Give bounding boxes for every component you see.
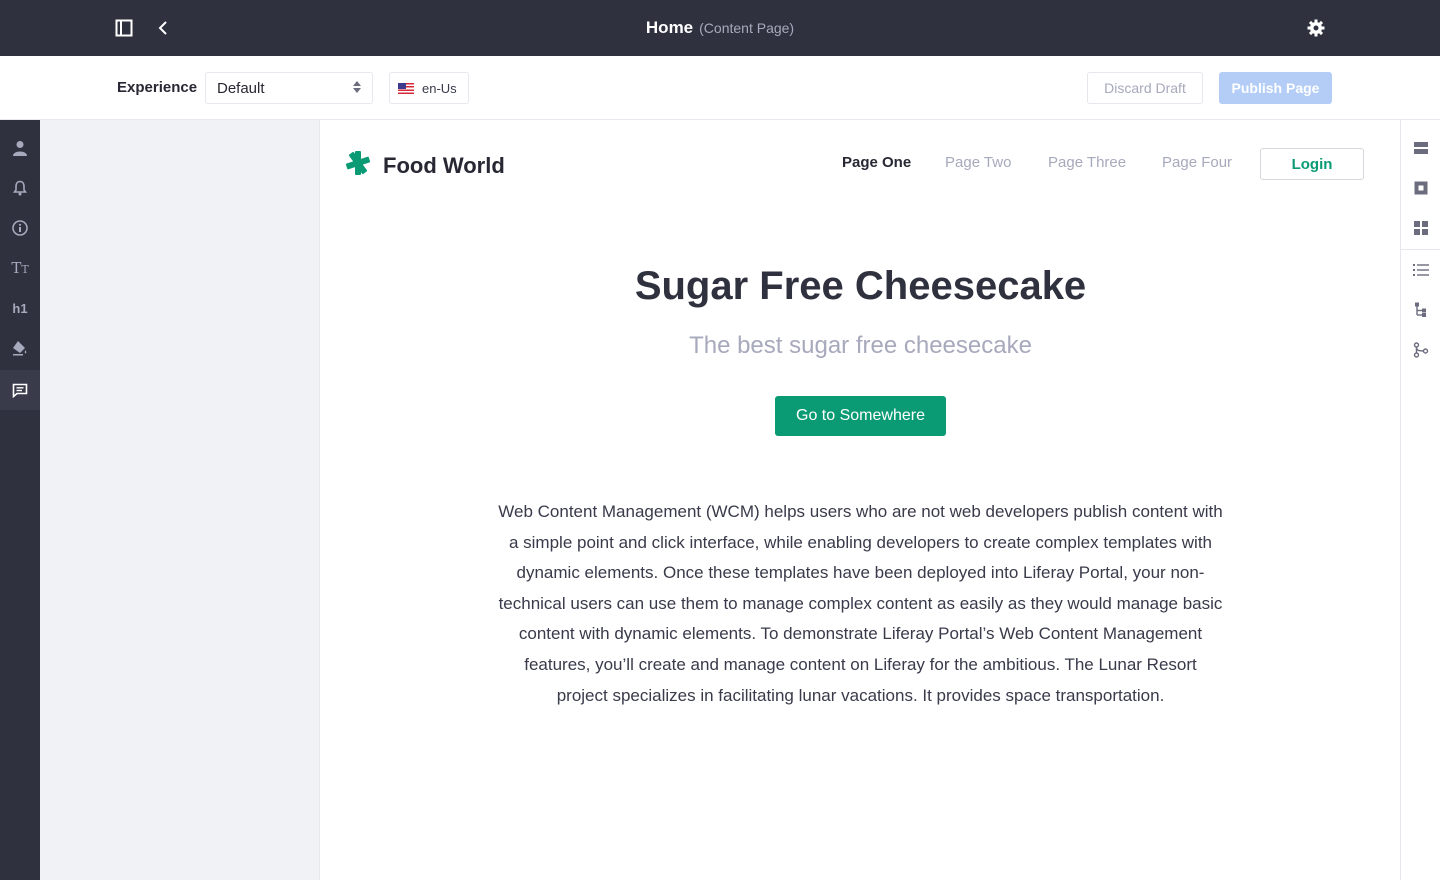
- nav-page-one[interactable]: Page One: [842, 154, 911, 171]
- experience-label: Experience: [117, 79, 198, 96]
- publish-page-button[interactable]: Publish Page: [1219, 72, 1332, 104]
- info-icon[interactable]: [0, 208, 40, 248]
- top-bar: Home (Content Page): [0, 0, 1440, 56]
- right-sidebar-rail: [1400, 120, 1440, 880]
- nav-page-two[interactable]: Page Two: [945, 154, 1011, 171]
- asterisk-logo-icon: [345, 150, 371, 181]
- sidebar-toggle-icon[interactable]: [110, 14, 138, 42]
- select-caret-icon: [353, 80, 361, 97]
- us-flag-icon: [398, 82, 414, 94]
- branch-icon[interactable]: [1401, 330, 1440, 370]
- paint-bucket-icon[interactable]: [0, 328, 40, 368]
- gear-icon[interactable]: [1302, 14, 1330, 42]
- language-label: en-Us: [422, 80, 457, 96]
- square-fragment-icon[interactable]: [1401, 168, 1440, 208]
- section-layout-icon[interactable]: [1401, 128, 1440, 168]
- hero-subtitle: The best sugar free cheesecake: [689, 332, 1032, 359]
- site-brand-name: Food World: [383, 152, 505, 178]
- typography-icon[interactable]: TT: [0, 248, 40, 288]
- page-title-type: (Content Page): [699, 20, 795, 36]
- content-paragraph: Web Content Management (WCM) helps users…: [498, 502, 1223, 705]
- experience-select[interactable]: Default: [205, 72, 373, 104]
- experience-select-value: Default: [217, 79, 265, 97]
- widgets-icon[interactable]: [1401, 208, 1440, 248]
- login-button[interactable]: Login: [1260, 148, 1364, 180]
- bell-icon[interactable]: [0, 168, 40, 208]
- page-structure-icon[interactable]: [1401, 290, 1440, 330]
- language-selector[interactable]: en-Us: [389, 72, 469, 104]
- nav-page-three[interactable]: Page Three: [1048, 154, 1126, 171]
- left-sidebar-rail: TT h1: [0, 120, 40, 880]
- page-title-main: Home: [645, 18, 694, 37]
- page-canvas: Food World Page One Page Two Page Three …: [321, 120, 1400, 880]
- left-side-panel: [40, 120, 320, 880]
- list-icon[interactable]: [1401, 250, 1440, 290]
- page-editor-toolbar: Experience Default en-Us Discard Draft P…: [0, 56, 1440, 120]
- chevron-left-icon[interactable]: [149, 14, 177, 42]
- comments-icon[interactable]: [0, 370, 40, 410]
- nav-page-four[interactable]: Page Four: [1162, 154, 1232, 171]
- hero-title: Sugar Free Cheesecake: [634, 264, 1087, 308]
- discard-draft-button[interactable]: Discard Draft: [1087, 72, 1203, 104]
- go-to-somewhere-button[interactable]: Go to Somewhere: [775, 396, 946, 436]
- user-icon[interactable]: [0, 128, 40, 168]
- site-brand[interactable]: Food World: [345, 150, 505, 181]
- heading-icon[interactable]: h1: [0, 288, 40, 328]
- page-title: Home (Content Page): [0, 0, 1440, 56]
